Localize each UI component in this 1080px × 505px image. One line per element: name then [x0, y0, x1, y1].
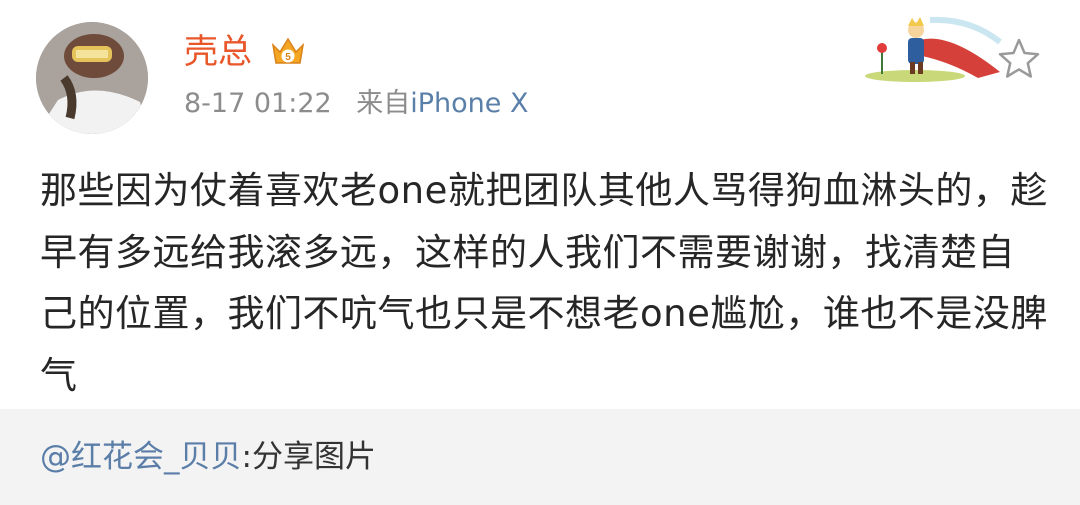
share-bar[interactable]: @红花会_贝贝:分享图片	[0, 409, 1080, 505]
card-decoration-illustration	[860, 12, 1010, 84]
source-device-link[interactable]: iPhone X	[410, 88, 528, 119]
username[interactable]: 壳总	[184, 30, 252, 74]
user-mention-link[interactable]: @红花会_贝贝	[40, 439, 242, 475]
avatar-photo	[36, 22, 148, 134]
vip-level: 5	[285, 52, 291, 63]
source-prefix: 来自	[356, 88, 411, 119]
post-meta: 8-17 01:22 来自iPhone X	[184, 86, 528, 122]
post-text: 那些因为仗着喜欢老one就把团队其他人骂得狗血淋头的，趁早有多远给我滚多远，这样…	[40, 169, 1048, 397]
crown-icon[interactable]: 5	[270, 33, 306, 69]
share-description: :分享图片	[241, 439, 376, 475]
share-info: @红花会_贝贝:分享图片	[40, 436, 376, 478]
post-timestamp: 8-17 01:22	[184, 88, 332, 119]
avatar[interactable]	[36, 22, 148, 134]
star-outline-icon[interactable]	[996, 36, 1042, 82]
